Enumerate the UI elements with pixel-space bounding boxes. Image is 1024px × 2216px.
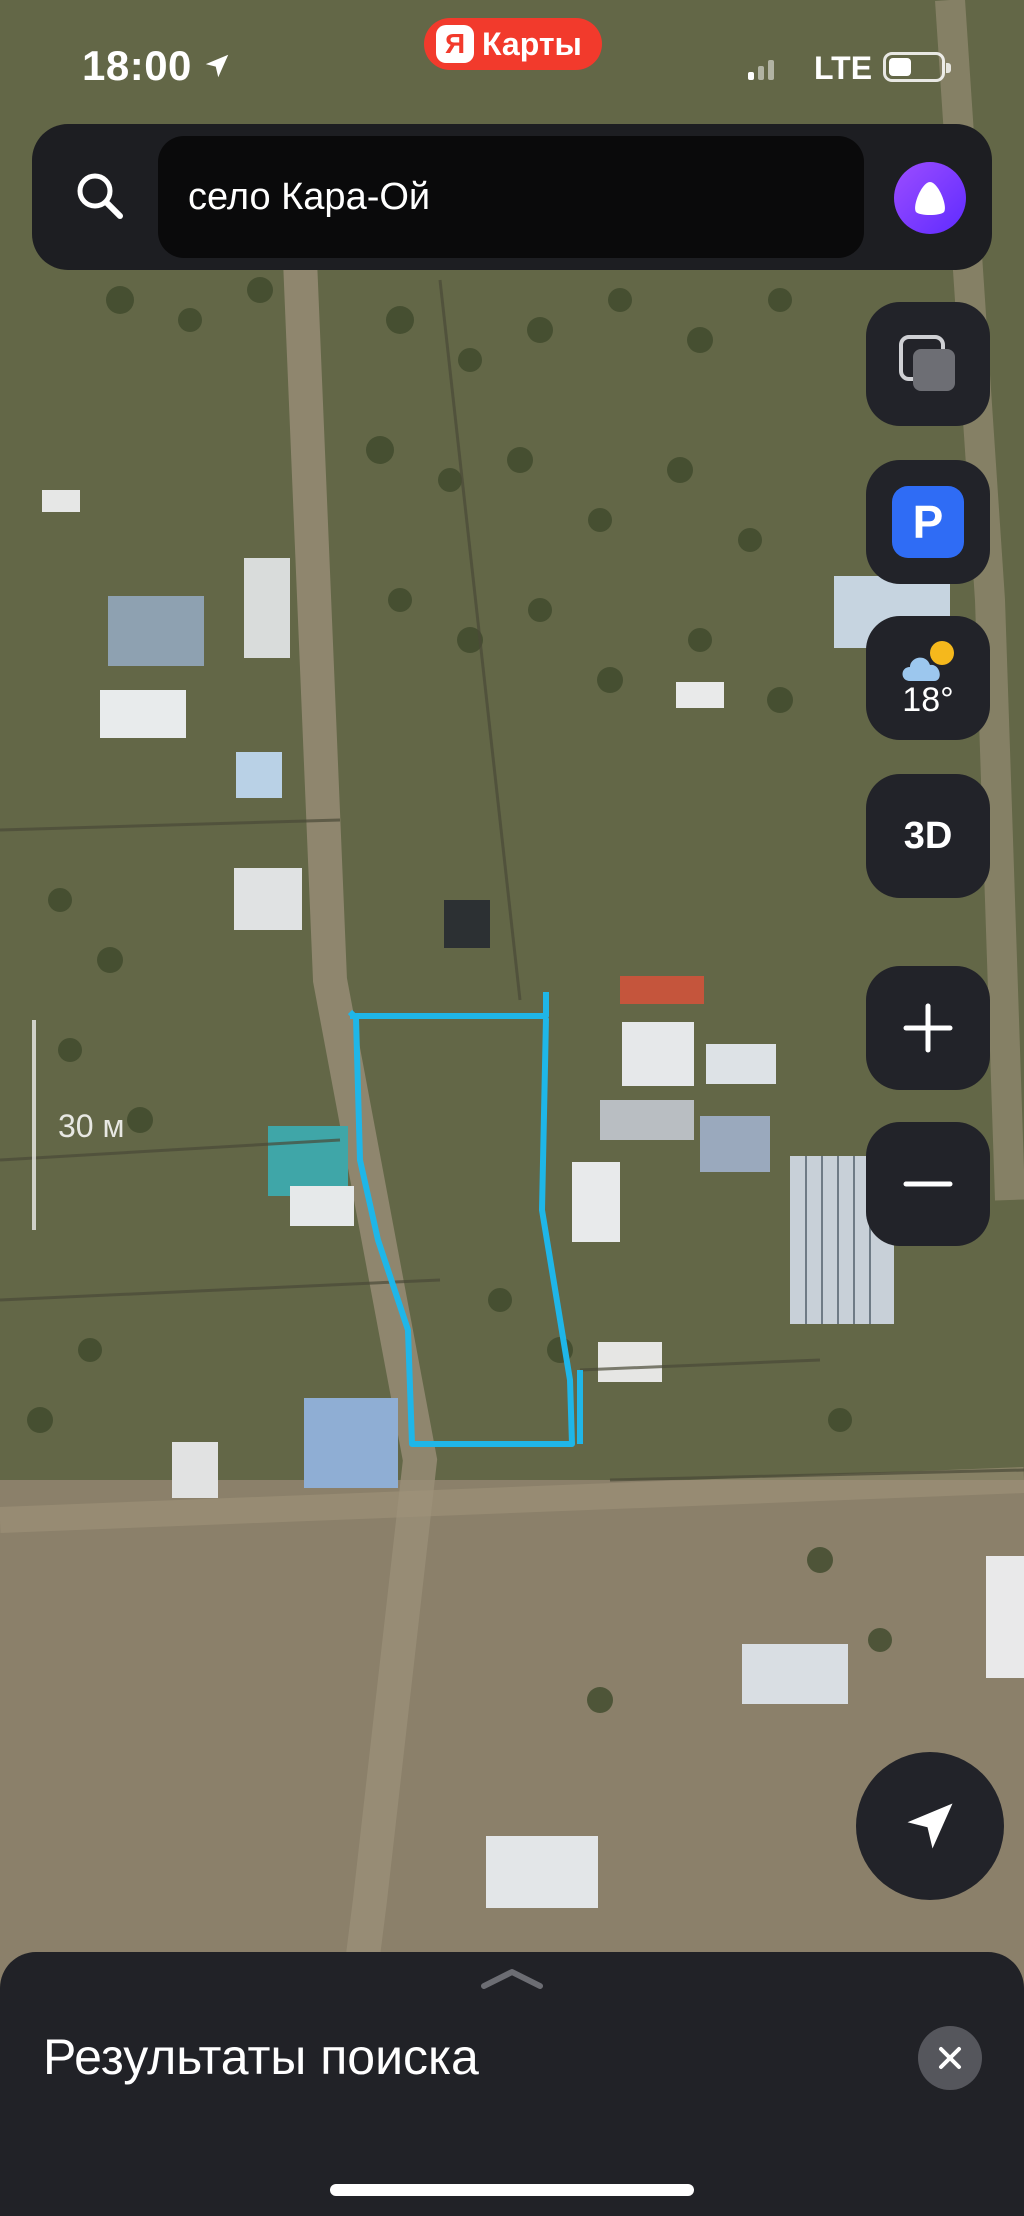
- weather-temperature: 18°: [902, 680, 954, 719]
- status-bar: 18:00 Я Карты LTE: [0, 0, 1024, 130]
- layers-button[interactable]: [866, 302, 990, 426]
- search-panel: село Кара-Ой: [32, 124, 992, 270]
- scale-label: 30 м: [58, 1108, 125, 1144]
- search-results-sheet[interactable]: Результаты поиска: [0, 1952, 1024, 2216]
- alice-icon[interactable]: [894, 162, 966, 234]
- battery-icon: [883, 52, 951, 82]
- layers-icon: [899, 335, 955, 391]
- status-time: 18:00: [82, 42, 232, 90]
- close-button[interactable]: [918, 2026, 982, 2090]
- search-query: село Кара-Ой: [188, 176, 431, 218]
- search-input[interactable]: село Кара-Ой: [158, 136, 864, 258]
- weather-widget[interactable]: 18°: [866, 616, 990, 740]
- network-type: LTE: [814, 50, 873, 86]
- 3d-button[interactable]: 3D: [866, 774, 990, 898]
- zoom-out-button[interactable]: [866, 1122, 990, 1246]
- minus-icon: [903, 1181, 953, 1187]
- location-services-icon: [205, 54, 229, 78]
- parking-icon: P: [892, 486, 964, 558]
- plus-icon: [903, 1003, 953, 1053]
- zoom-in-button[interactable]: [866, 966, 990, 1090]
- sheet-title: Результаты поиска: [43, 2029, 479, 2085]
- my-location-button[interactable]: [856, 1752, 1004, 1900]
- partly-cloudy-icon: [902, 640, 954, 681]
- yandex-logo-icon: Я: [436, 25, 474, 63]
- chevron-up-icon[interactable]: [478, 1966, 546, 1992]
- close-icon: [939, 2047, 961, 2069]
- yandex-maps-badge: Я Карты: [424, 18, 602, 70]
- location-arrow-icon: [907, 1803, 953, 1849]
- search-icon[interactable]: [70, 166, 130, 226]
- app-name: Карты: [482, 25, 582, 62]
- cellular-signal-icon: [748, 60, 774, 80]
- parking-button[interactable]: P: [866, 460, 990, 584]
- scale-bar: [32, 1020, 36, 1230]
- home-indicator: [330, 2184, 694, 2196]
